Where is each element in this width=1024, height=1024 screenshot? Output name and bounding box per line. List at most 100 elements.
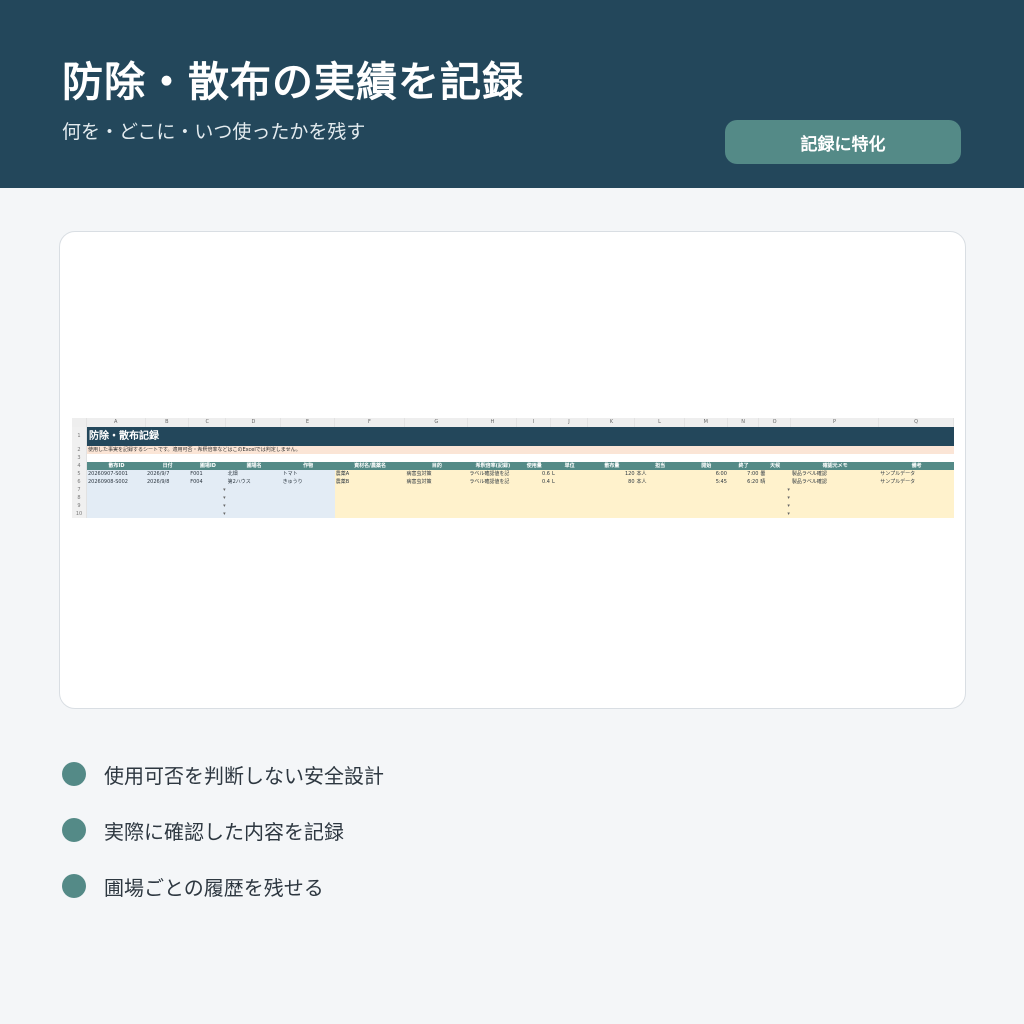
input-cell — [684, 510, 728, 518]
column-header: 単位 — [550, 462, 589, 470]
data-cell: 0.6 — [517, 470, 551, 478]
input-cell — [87, 510, 146, 518]
column-header: 確認元メモ — [790, 462, 880, 470]
column-letter: L — [635, 418, 685, 427]
input-cell — [468, 486, 518, 494]
input-cell — [226, 486, 282, 494]
column-letter: B — [146, 418, 190, 427]
row-number: 6 — [72, 478, 87, 486]
input-cell — [684, 494, 728, 502]
data-cell: ラベル確認値を記 — [468, 478, 518, 486]
column-header: 目的 — [405, 462, 469, 470]
dropdown-arrow-icon: ▾ — [223, 487, 226, 493]
input-cell: ▾ — [759, 494, 791, 502]
bullet-dot-icon — [62, 762, 86, 786]
column-header-row: ABCDEFGHIJKLMNOPQ — [72, 418, 954, 427]
column-header: 備考 — [879, 462, 954, 470]
column-header: 希釈倍率(記録) — [468, 462, 518, 470]
row-number: 2 — [72, 446, 87, 454]
input-cell — [879, 502, 954, 510]
input-cell — [517, 486, 551, 494]
sheet-row: 3 — [72, 454, 954, 462]
screenshot-card: A B C D E F G H I J K L M N O P Q 1 防除・散布記録 2 使用した事実を記録するシート… — [59, 231, 966, 709]
input-cell — [517, 502, 551, 510]
feature-list: 使用可否を判断しない安全設計 実際に確認した内容を記録 圃場ごとの履歴を残せる — [62, 758, 384, 926]
dropdown-arrow-icon: ▾ — [787, 511, 790, 517]
bullet-dot-icon — [62, 818, 86, 842]
data-cell: 6:20 — [727, 478, 760, 486]
column-letter: A — [87, 418, 146, 427]
dropdown-arrow-icon: ▾ — [223, 511, 226, 517]
column-header: 終了 — [727, 462, 760, 470]
data-cell: F004 — [189, 478, 227, 486]
dropdown-arrow-icon: ▾ — [223, 503, 226, 509]
input-cell — [281, 510, 335, 518]
column-letter: M — [685, 418, 728, 427]
column-letter: C — [189, 418, 227, 427]
data-cell: 7:00 — [727, 470, 760, 478]
input-cell — [727, 502, 760, 510]
input-cell — [879, 486, 954, 494]
dropdown-arrow-icon: ▾ — [787, 487, 790, 493]
input-cell — [145, 494, 190, 502]
bullet-dot-icon — [62, 874, 86, 898]
input-cell — [281, 502, 335, 510]
column-letter: D — [226, 418, 282, 427]
page-subtitle: 何を・どこに・いつ使ったかを残す — [62, 121, 366, 143]
column-letter: E — [281, 418, 335, 427]
input-cell — [550, 510, 589, 518]
data-cell: 病害虫対策 — [405, 470, 469, 478]
input-cell — [226, 502, 282, 510]
input-cell: ▾ — [759, 510, 791, 518]
data-cell: 農薬A — [334, 470, 406, 478]
column-letter: P — [791, 418, 880, 427]
input-cell — [87, 502, 146, 510]
input-cell — [588, 502, 636, 510]
input-cell — [226, 494, 282, 502]
column-header: 圃場ID — [189, 462, 227, 470]
sheet-row: 2 使用した事実を記録するシートです。適用可否・希釈倍率などはこのExcelでは判… — [72, 446, 954, 454]
input-cell — [790, 486, 880, 494]
input-cell — [635, 494, 685, 502]
column-letter: N — [728, 418, 760, 427]
input-cell — [517, 510, 551, 518]
sheet-row: 10 ▾ ▾ — [72, 510, 954, 518]
input-cell — [790, 494, 880, 502]
input-cell — [87, 486, 146, 494]
data-cell: 製品ラベル確認 — [790, 470, 880, 478]
data-cell: 曇 — [759, 470, 791, 478]
input-cell — [588, 510, 636, 518]
data-cell: 晴 — [759, 478, 791, 486]
data-cell: F001 — [189, 470, 227, 478]
sheet-row: 1 防除・散布記録 — [72, 427, 954, 446]
row-number: 1 — [72, 427, 87, 446]
input-cell — [635, 510, 685, 518]
column-letter: F — [335, 418, 406, 427]
column-header: 開始 — [684, 462, 728, 470]
sheet-corner — [72, 418, 87, 427]
input-cell — [405, 502, 469, 510]
input-cell — [727, 486, 760, 494]
input-cell — [790, 510, 880, 518]
input-cell — [635, 486, 685, 494]
input-cell — [468, 502, 518, 510]
feature-item: 実際に確認した内容を記録 — [62, 814, 384, 846]
column-letter: H — [468, 418, 518, 427]
input-cell — [684, 486, 728, 494]
input-cell — [334, 502, 406, 510]
column-header: 天候 — [759, 462, 791, 470]
data-cell: 80 — [588, 478, 636, 486]
column-letter: O — [759, 418, 791, 427]
sheet-note: 使用した事実を記録するシートです。適用可否・希釈倍率などはこのExcelでは判定… — [87, 446, 954, 454]
data-cell: 農薬B — [334, 478, 406, 486]
empty-row — [87, 454, 954, 462]
input-cell — [790, 502, 880, 510]
input-cell — [517, 494, 551, 502]
column-letter: Q — [879, 418, 954, 427]
input-cell — [405, 486, 469, 494]
input-cell: ▾ — [189, 486, 227, 494]
input-cell — [879, 494, 954, 502]
sheet-title: 防除・散布記録 — [87, 427, 954, 446]
data-cell: サンプルデータ — [879, 470, 954, 478]
page-title: 防除・散布の実績を記録 — [62, 58, 524, 106]
